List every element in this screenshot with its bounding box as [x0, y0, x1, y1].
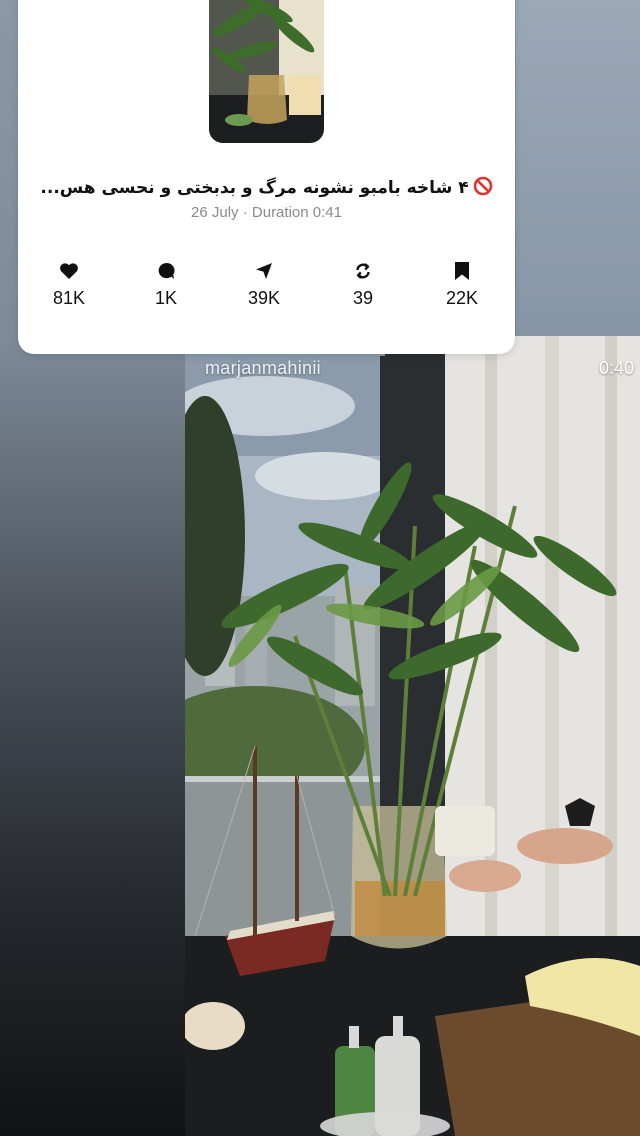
video-timestamp: 0:40 — [598, 358, 634, 378]
stats-row: 81K 1K 39K 39 22K — [18, 260, 515, 320]
reposts-count: 39 — [352, 288, 374, 308]
prohibited-icon — [473, 176, 493, 201]
stat-likes[interactable]: 81K — [29, 260, 109, 309]
post-date: 26 July — [191, 204, 239, 221]
bookmark-icon — [422, 260, 502, 282]
saves-count: 22K — [445, 288, 479, 308]
likes-count: 81K — [52, 288, 86, 308]
video-frame-image — [185, 336, 640, 1136]
post-card[interactable]: ۴ شاخه بامبو نشونه مرگ و بدبختی و نحسی ه… — [18, 0, 515, 354]
thumbnail-image — [209, 0, 324, 143]
post-title-text: ۴ شاخه بامبو نشونه مرگ و بدبختی و نحسی ه… — [40, 178, 469, 198]
post-meta: 26 July · Duration 0:41 — [18, 204, 515, 221]
shares-count: 39K — [247, 288, 281, 308]
stat-saves[interactable]: 22K — [422, 260, 502, 309]
duration-label: Duration — [251, 204, 309, 221]
comments-count: 1K — [154, 288, 178, 308]
stat-shares[interactable]: 39K — [224, 260, 304, 309]
meta-separator: · — [242, 204, 248, 221]
heart-icon — [29, 260, 109, 282]
post-duration: 0:41 — [312, 204, 342, 221]
background-strip — [516, 0, 640, 340]
repost-icon — [323, 260, 403, 282]
stat-comments[interactable]: 1K — [126, 260, 206, 309]
comment-bubble-icon — [126, 260, 206, 282]
post-title[interactable]: ۴ شاخه بامبو نشونه مرگ و بدبختی و نحسی ه… — [18, 176, 515, 201]
stat-reposts[interactable]: 39 — [323, 260, 403, 309]
video-player[interactable]: marjanmahinii 0:40 — [185, 336, 640, 1136]
send-arrow-icon — [224, 260, 304, 282]
video-username[interactable]: marjanmahinii — [205, 358, 321, 379]
post-thumbnail[interactable] — [209, 0, 324, 143]
